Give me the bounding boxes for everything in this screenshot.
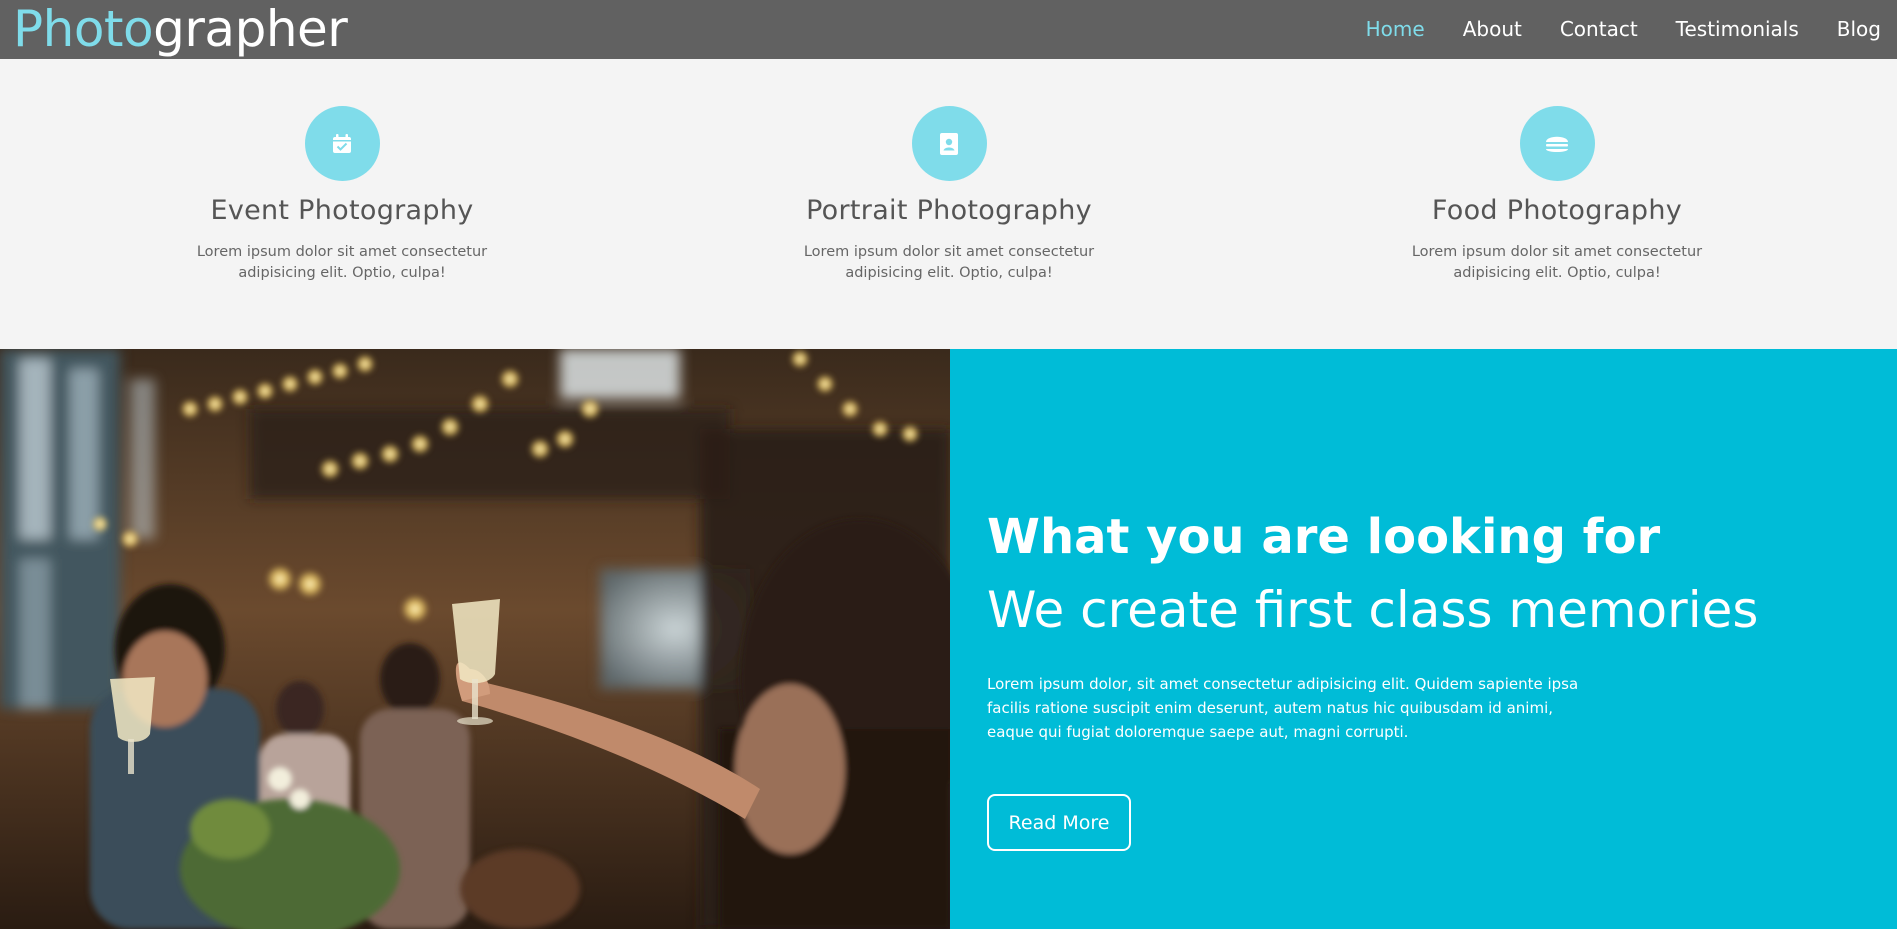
nav-home-link[interactable]: Home (1366, 0, 1425, 59)
top-navbar: Photographer Home About Contact Testimon… (0, 0, 1897, 59)
event-celebration-photo (0, 349, 950, 929)
read-more-button[interactable]: Read More (987, 794, 1131, 851)
nav-about-link[interactable]: About (1463, 0, 1522, 59)
service-title: Portrait Photography (806, 195, 1092, 226)
main-nav: Home About Contact Testimonials Blog (1366, 0, 1881, 59)
calendar-check-icon (304, 106, 380, 181)
portrait-icon (911, 106, 987, 181)
hamburger-icon (1519, 106, 1595, 181)
nav-blog-link[interactable]: Blog (1837, 0, 1881, 59)
nav-contact-link[interactable]: Contact (1560, 0, 1638, 59)
info-heading: What you are looking for (987, 509, 1661, 565)
service-description: Lorem ipsum dolor sit amet consectetur a… (803, 244, 1095, 281)
brand-accent-text: Photo (13, 0, 154, 58)
service-portrait: Portrait Photography Lorem ipsum dolor s… (759, 106, 1139, 284)
info-body-text: Lorem ipsum dolor, sit amet consectetur … (987, 675, 1579, 741)
nav-testimonials-link[interactable]: Testimonials (1676, 0, 1799, 59)
info-subheading: We create first class memories (987, 581, 1759, 639)
service-title: Food Photography (1431, 195, 1683, 226)
info-panel: What you are looking for We create first… (950, 349, 1897, 929)
brand-logo[interactable]: Photographer (13, 0, 348, 59)
service-title: Event Photography (210, 195, 474, 226)
brand-rest-text: grapher (153, 0, 348, 58)
service-food: Food Photography Lorem ipsum dolor sit a… (1367, 106, 1747, 284)
service-description: Lorem ipsum dolor sit amet consectetur a… (196, 244, 488, 281)
services-section: Event Photography Lorem ipsum dolor sit … (0, 59, 1897, 349)
service-event: Event Photography Lorem ipsum dolor sit … (152, 106, 532, 284)
service-description: Lorem ipsum dolor sit amet consectetur a… (1411, 244, 1703, 281)
